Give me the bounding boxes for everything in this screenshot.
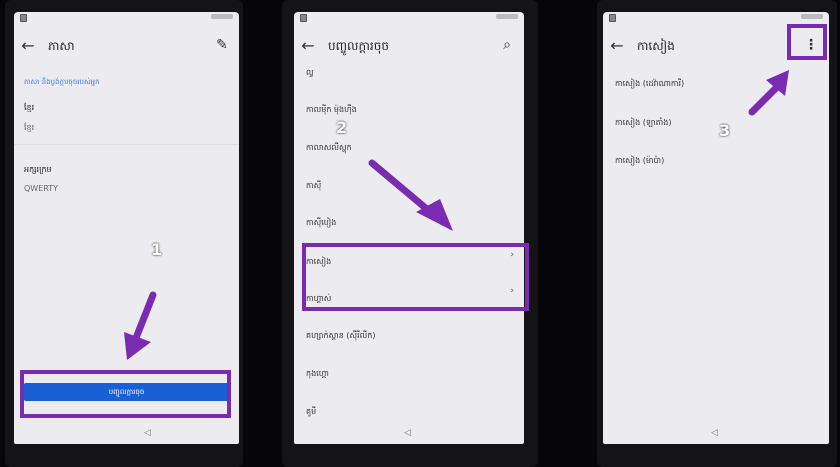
arrow-3 [748, 70, 789, 116]
arrow-2 [368, 159, 453, 231]
annotation-arrows [124, 70, 789, 360]
arrow-1 [124, 291, 157, 360]
